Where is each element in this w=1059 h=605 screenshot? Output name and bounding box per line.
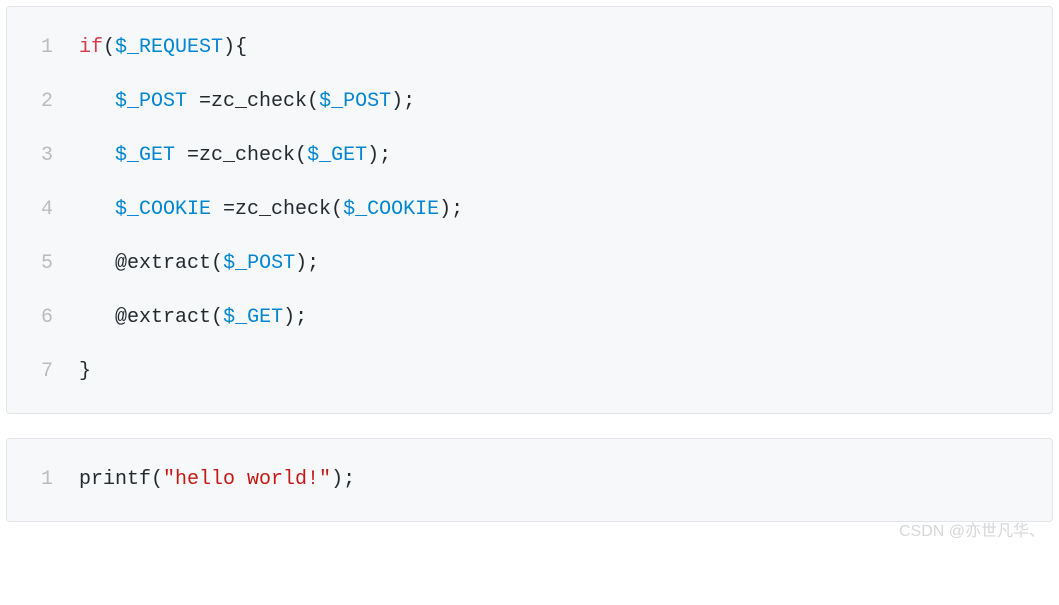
token: $_POST [115,90,187,113]
indent [79,252,115,275]
code-content: if($_REQUEST){ [79,21,247,75]
indent [79,306,115,329]
indent [79,144,115,167]
code-line: 1 if($_REQUEST){ [7,21,1052,75]
code-content: @extract($_GET); [79,291,307,345]
token: @ [115,252,127,275]
code-content: printf("hello world!"); [79,453,355,507]
token: extract [127,252,211,275]
token: ); [295,252,319,275]
token: =zc_check( [211,198,343,221]
code-line: 4 $_COOKIE =zc_check($_COOKIE); [7,183,1052,237]
code-line: 3 $_GET =zc_check($_GET); [7,129,1052,183]
token: =zc_check( [175,144,307,167]
token: if [79,36,103,59]
token: $_GET [307,144,367,167]
token: ); [283,306,307,329]
token: $_REQUEST [115,36,223,59]
code-block: 1if($_REQUEST){2 $_POST =zc_check($_POST… [6,6,1053,414]
watermark: CSDN @亦世凡华、 [899,520,1045,544]
line-number: 4 [23,183,53,237]
indent [79,198,115,221]
token: $_COOKIE [343,198,439,221]
code-line: 1 printf("hello world!"); [7,453,1052,507]
code-content: $_GET =zc_check($_GET); [79,129,391,183]
token: ( [211,252,223,275]
code-line: 6 @extract($_GET); [7,291,1052,345]
code-content: $_COOKIE =zc_check($_COOKIE); [79,183,463,237]
token: $_POST [319,90,391,113]
line-number: 1 [23,21,53,75]
token: ); [331,468,355,491]
token: ( [151,468,163,491]
token: ){ [223,36,247,59]
token: $_GET [223,306,283,329]
token: ); [391,90,415,113]
token: } [79,360,91,383]
code-content: $_POST =zc_check($_POST); [79,75,415,129]
line-number: 1 [23,453,53,507]
token: extract [127,306,211,329]
token: ); [439,198,463,221]
code-content: @extract($_POST); [79,237,319,291]
code-block: 1 printf("hello world!"); [6,438,1053,522]
code-line: 2 $_POST =zc_check($_POST); [7,75,1052,129]
token: =zc_check( [187,90,319,113]
token: ( [211,306,223,329]
code-line: 7} [7,345,1052,399]
line-number: 5 [23,237,53,291]
token: ); [367,144,391,167]
indent [79,90,115,113]
token: $_GET [115,144,175,167]
line-number: 2 [23,75,53,129]
token: $_COOKIE [115,198,211,221]
line-number: 6 [23,291,53,345]
token: printf [79,468,151,491]
line-number: 3 [23,129,53,183]
code-content: } [79,345,91,399]
token: $_POST [223,252,295,275]
token: "hello world!" [163,468,331,491]
code-line: 5 @extract($_POST); [7,237,1052,291]
token: @ [115,306,127,329]
token: ( [103,36,115,59]
line-number: 7 [23,345,53,399]
